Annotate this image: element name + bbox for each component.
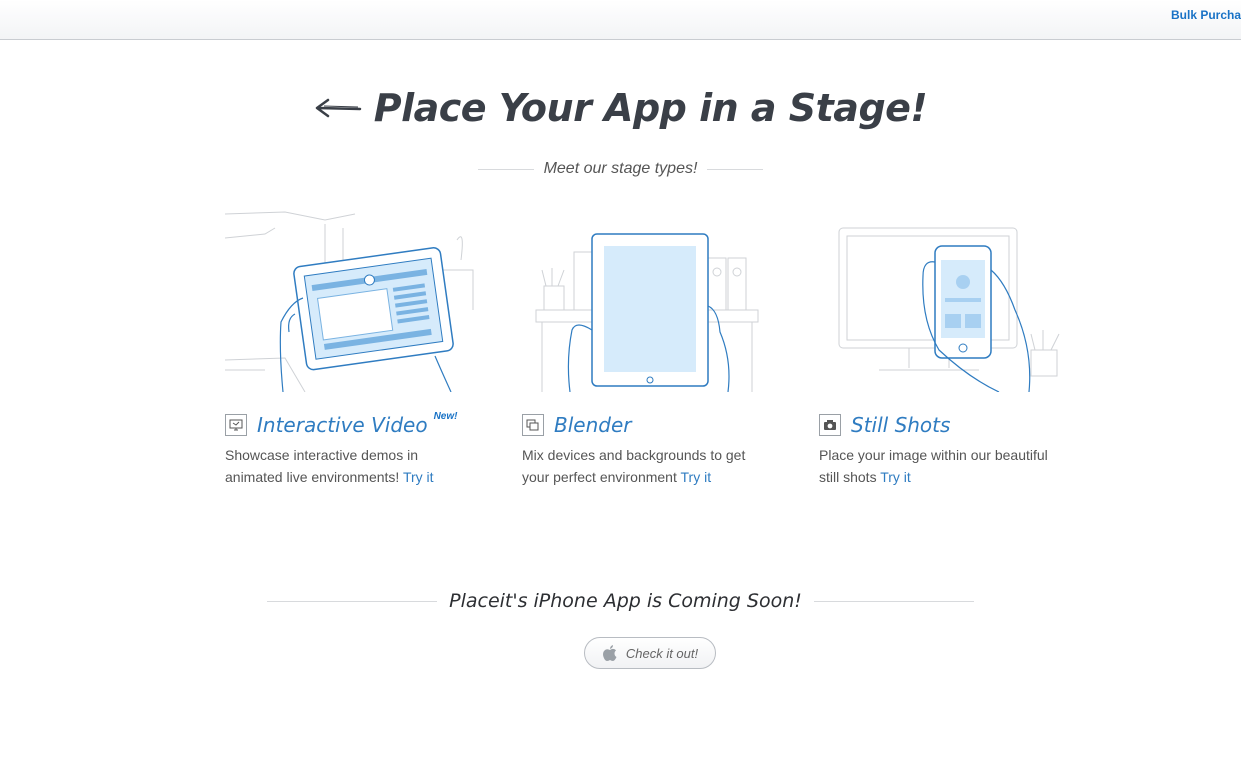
- check-it-out-label: Check it out!: [625, 645, 699, 661]
- bulk-purchase-link[interactable]: Bulk Purchase: [1171, 8, 1241, 22]
- card-header: Blender: [522, 412, 772, 438]
- card-desc-text: Showcase interactive demos in animated l…: [225, 447, 418, 485]
- stage-card-interactive-video: Interactive Video New! Showcase interact…: [225, 210, 475, 488]
- arrow-left-icon: [315, 98, 361, 118]
- app-promo-row: Placeit's iPhone App is Coming Soon!: [0, 590, 1241, 612]
- still-shots-illustration: [838, 227, 1060, 392]
- section-subtitle: Meet our stage types!: [543, 160, 698, 177]
- check-it-out-button[interactable]: Check it out!: [584, 637, 716, 669]
- page-title: Place Your App in a Stage!: [373, 86, 928, 130]
- layers-icon: [522, 414, 544, 436]
- stage-card-blender: Blender Mix devices and backgrounds to g…: [522, 210, 772, 488]
- try-it-link[interactable]: Try it: [403, 469, 434, 485]
- card-title[interactable]: Blender: [554, 413, 631, 437]
- hero: Place Your App in a Stage!: [0, 86, 1241, 130]
- try-it-link[interactable]: Try it: [681, 469, 712, 485]
- monitor-icon: [225, 414, 247, 436]
- apple-icon: [602, 645, 617, 661]
- card-description: Mix devices and backgrounds to get your …: [522, 444, 772, 488]
- divider: [707, 168, 764, 170]
- divider: [477, 168, 534, 170]
- card-desc-text: Place your image within our beautiful st…: [819, 447, 1048, 485]
- divider: [813, 600, 974, 602]
- camera-icon: [819, 414, 841, 436]
- card-desc-text: Mix devices and backgrounds to get your …: [522, 447, 746, 485]
- card-title[interactable]: Still Shots: [851, 413, 950, 437]
- new-badge: New!: [433, 410, 458, 422]
- top-bar: Bulk Purchase: [0, 0, 1241, 40]
- card-description: Place your image within our beautiful st…: [819, 444, 1069, 488]
- blender-illustration: [535, 233, 759, 392]
- subtitle-row: Meet our stage types!: [0, 160, 1241, 178]
- card-title[interactable]: Interactive Video: [257, 413, 428, 437]
- divider: [267, 600, 438, 602]
- card-header: Still Shots: [819, 412, 1069, 438]
- interactive-video-illustration: [225, 211, 474, 392]
- card-description: Showcase interactive demos in animated l…: [225, 444, 475, 488]
- card-header: Interactive Video New!: [225, 410, 475, 438]
- app-coming-soon-text: Placeit's iPhone App is Coming Soon!: [449, 590, 802, 612]
- try-it-link[interactable]: Try it: [880, 469, 911, 485]
- stage-card-still-shots: Still Shots Place your image within our …: [819, 210, 1069, 488]
